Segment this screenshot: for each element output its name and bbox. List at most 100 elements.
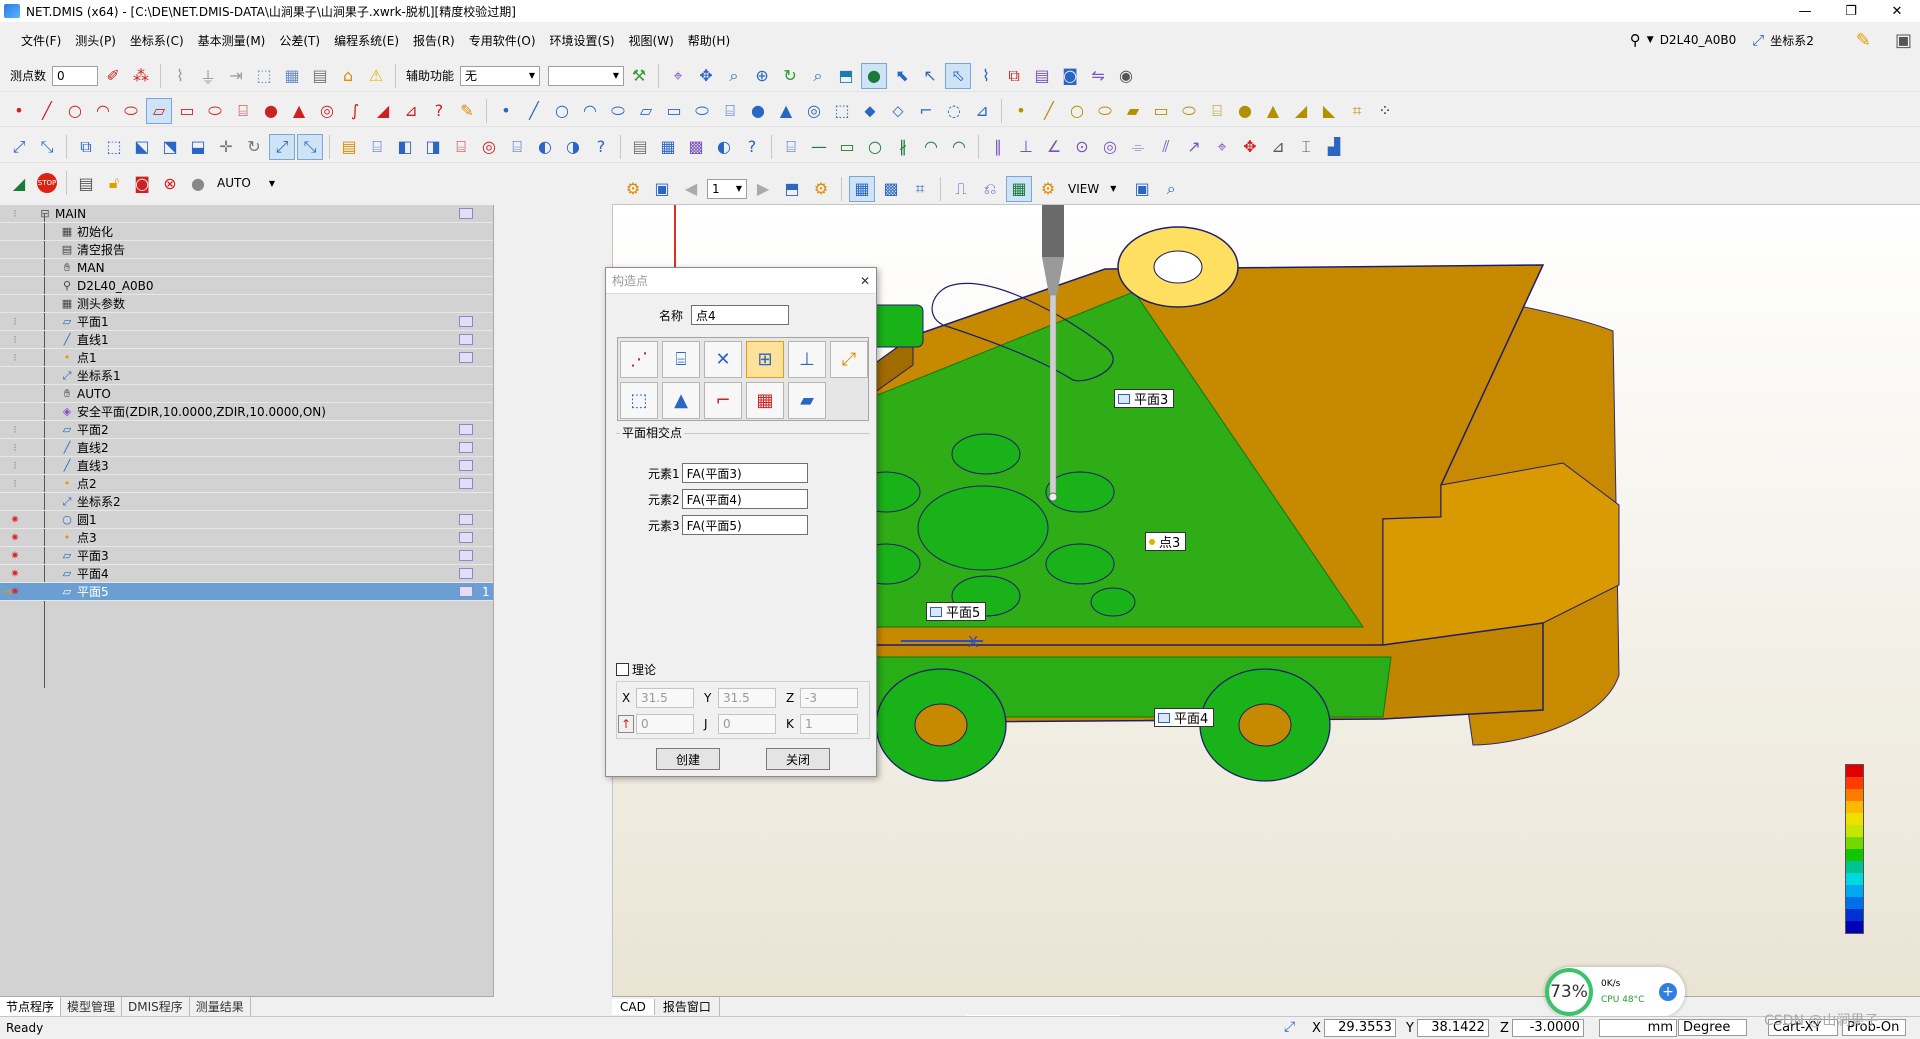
unknown-feature-icon[interactable]: ?	[426, 98, 452, 124]
point-construct-icon[interactable]: •	[493, 98, 519, 124]
tol-dimension-icon[interactable]: ⌶	[1293, 134, 1319, 160]
slot-construct-icon[interactable]: ⬭	[689, 98, 715, 124]
pick-icon[interactable]: ⬁	[945, 62, 972, 89]
program-list-icon[interactable]: ▤	[73, 170, 99, 196]
dim-line-icon[interactable]: —	[806, 134, 832, 160]
y-input[interactable]: 31.5	[718, 688, 776, 708]
measure-icon[interactable]: ◢	[6, 170, 32, 196]
point-feature-icon[interactable]: •	[6, 98, 32, 124]
close-button[interactable]: 关闭	[766, 748, 830, 770]
stop-icon[interactable]: STOP	[34, 170, 60, 196]
circle-feature-icon[interactable]: ○	[62, 98, 88, 124]
probe-move-icon[interactable]: ⏚	[195, 63, 221, 89]
measure-status-icon[interactable]: ⁝	[0, 457, 30, 475]
grid-cad-icon[interactable]: ⌗	[1344, 98, 1370, 124]
cyl-tol-3-icon[interactable]: ⌸	[504, 134, 530, 160]
tree-row[interactable]: ✷ ▱ 平面4	[0, 565, 493, 583]
report-doc-icon[interactable]: ▤	[627, 134, 653, 160]
j-input[interactable]: 0	[718, 714, 776, 734]
theory-checkbox[interactable]	[616, 663, 629, 676]
view-save-icon[interactable]: ▣	[1129, 176, 1155, 202]
dim-rect-icon[interactable]: ▭	[834, 134, 860, 160]
tree-row[interactable]: ◈ 安全平面(ZDIR,10.0000,ZDIR,10.0000,ON)	[0, 403, 493, 421]
home-icon[interactable]: ⌂	[335, 63, 361, 89]
point-cad-icon[interactable]: •	[1008, 98, 1034, 124]
measure-status-icon[interactable]: ✷	[0, 529, 30, 547]
sphere-construct-icon[interactable]: ●	[745, 98, 771, 124]
construct-cylinder-point-icon[interactable]: ⌸	[662, 341, 700, 378]
profile-tol-icon[interactable]: ◨	[420, 134, 446, 160]
dimension-2-icon[interactable]: ⎌	[977, 176, 1003, 202]
torus-construct-icon[interactable]: ◎	[801, 98, 827, 124]
sphere-cad-icon[interactable]: ●	[1232, 98, 1258, 124]
measure-status-icon[interactable]: ⁝	[0, 205, 30, 223]
cone-feature-icon[interactable]: ▲	[286, 98, 312, 124]
contour-construct-icon[interactable]: ◌	[941, 98, 967, 124]
view-grid-icon[interactable]: ⌗	[907, 176, 933, 202]
cylinder-tol-icon[interactable]: ⌸	[364, 134, 390, 160]
perpendicular-icon[interactable]: ⊥	[1013, 134, 1039, 160]
label-plane3[interactable]: 平面3	[1114, 389, 1175, 408]
properties-icon[interactable]	[459, 316, 473, 327]
label-plane5[interactable]: 平面5	[926, 602, 987, 621]
plane-construct-icon[interactable]: ▱	[633, 98, 659, 124]
page-select[interactable]: 1 ▼	[707, 178, 747, 199]
arc-feature-icon[interactable]: ◠	[90, 98, 116, 124]
dim-radius-icon[interactable]: ◠	[946, 134, 972, 160]
cylinder-cad-icon[interactable]: ⌸	[1204, 98, 1230, 124]
rotate-coord-icon[interactable]: ↻	[241, 134, 267, 160]
rotate-icon[interactable]: ↻	[777, 63, 803, 89]
tree-row[interactable]: ▤ 清空报告	[0, 241, 493, 259]
aux-select[interactable]: 无 ▼	[460, 65, 541, 86]
tree-row[interactable]: ⁝ • 点1	[0, 349, 493, 367]
layer-icon[interactable]: ▤	[1029, 63, 1055, 89]
surface-cad-icon[interactable]: ◢	[1288, 98, 1314, 124]
init-coord-icon[interactable]: ⤢	[6, 134, 32, 160]
best-fit-icon[interactable]: ⬕	[129, 134, 155, 160]
tol-annotate-icon[interactable]: ⊿	[1265, 134, 1291, 160]
construct-surface-point-icon[interactable]: ▰	[788, 382, 826, 419]
tree-row[interactable]: ⤢ 坐标系1	[0, 367, 493, 385]
arc-tol-icon[interactable]: ◐	[532, 134, 558, 160]
ruler-construct-icon[interactable]: ⊿	[969, 98, 995, 124]
close-window-button[interactable]: ✕	[1874, 0, 1920, 22]
curve-feature-icon[interactable]: ∫	[342, 98, 368, 124]
menu-help[interactable]: 帮助(H)	[681, 32, 737, 49]
zoom-in-icon[interactable]: ⊕	[749, 63, 775, 89]
tab-cad[interactable]: CAD	[612, 998, 655, 1015]
construct-line-point-icon[interactable]: ⋰	[620, 341, 658, 378]
name-input[interactable]: 点4	[691, 305, 790, 325]
menu-coord[interactable]: 坐标系(C)	[123, 32, 191, 49]
curve-cad-icon[interactable]: ◣	[1316, 98, 1342, 124]
properties-icon[interactable]	[459, 460, 473, 471]
ellipse-cad-icon[interactable]: ⬭	[1092, 98, 1118, 124]
eye-icon[interactable]: ◉	[1113, 63, 1139, 89]
properties-icon[interactable]	[459, 568, 473, 579]
rps-icon[interactable]: ⬚	[101, 134, 127, 160]
plane-cad-icon[interactable]: ▰	[1120, 98, 1146, 124]
properties-icon[interactable]	[459, 208, 473, 219]
dimension-icon[interactable]: ⎍	[948, 176, 974, 202]
tab-dmis[interactable]: DMIS程序	[122, 997, 190, 1016]
tab-results[interactable]: 测量结果	[190, 997, 251, 1016]
properties-icon[interactable]	[459, 334, 473, 345]
status-angle[interactable]: Degree	[1678, 1019, 1748, 1036]
ellipse-construct-icon[interactable]: ⬭	[605, 98, 631, 124]
compare-icon[interactable]: ⇋	[1085, 63, 1111, 89]
tree-row[interactable]: ⁝ • 点2	[0, 475, 493, 493]
points-input[interactable]: 0	[52, 65, 99, 86]
save-view-icon[interactable]: ▣	[649, 176, 675, 202]
monitor-icon[interactable]: ▣	[1895, 30, 1912, 51]
tree-row[interactable]: ⁝ ▱ 平面1	[0, 313, 493, 331]
group-construct-icon[interactable]: ⬥	[857, 98, 883, 124]
arc-construct-icon[interactable]: ◠	[577, 98, 603, 124]
dots-cad-icon[interactable]: ⁘	[1372, 98, 1398, 124]
coord-system-icon[interactable]: ⤢	[1752, 31, 1764, 49]
copy-coord-icon[interactable]: ⧉	[73, 134, 99, 160]
perf-plus-button[interactable]: +	[1659, 983, 1677, 1001]
symmetry-icon[interactable]: ⌯	[1125, 134, 1151, 160]
position-icon[interactable]: ⊙	[1069, 134, 1095, 160]
move-icon[interactable]: ✥	[693, 63, 719, 89]
cube-icon[interactable]: ▦	[279, 63, 305, 89]
runout-icon[interactable]: ⫽	[1153, 134, 1179, 160]
